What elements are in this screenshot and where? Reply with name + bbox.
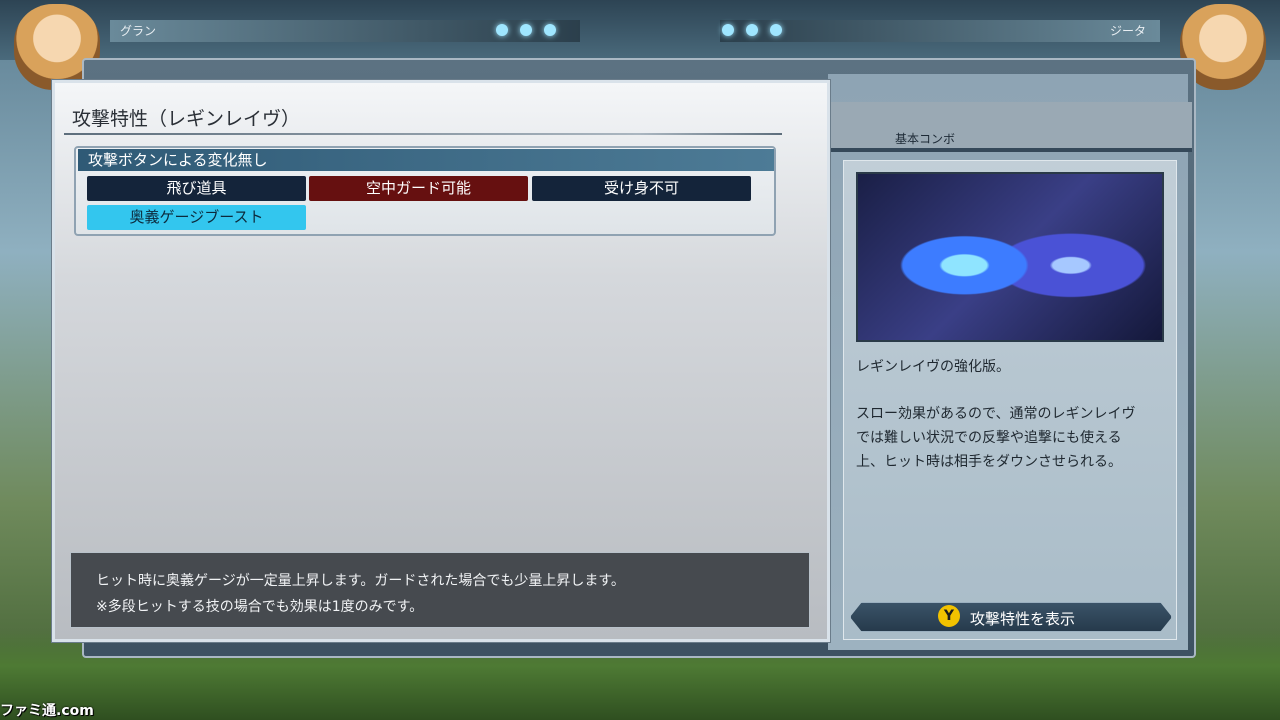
tag-projectile[interactable]: 飛び道具 <box>87 176 306 201</box>
round-gem-icon <box>722 24 734 36</box>
combo-tab-label[interactable]: 基本コンボ <box>895 130 955 147</box>
move-preview-image <box>856 172 1164 342</box>
combo-tab-header <box>828 102 1192 152</box>
player-left-health-bar <box>110 20 580 42</box>
round-gem-icon <box>496 24 508 36</box>
round-gem-icon <box>520 24 532 36</box>
round-gem-icon <box>770 24 782 36</box>
player-right-health-bar <box>720 20 1160 42</box>
combo-text-line: では難しい状況での反撃や追撃にも使える <box>856 430 1122 446</box>
tag-gauge-boost[interactable]: 奥義ゲージブースト <box>87 205 306 230</box>
title-divider <box>64 133 782 135</box>
attribute-group-header: 攻撃ボタンによる変化無し <box>78 149 774 171</box>
round-gem-icon <box>544 24 556 36</box>
player-left-name: グラン <box>120 24 157 38</box>
round-gem-icon <box>746 24 758 36</box>
combo-text-line: スロー効果があるので、通常のレギンレイヴ <box>856 406 1136 422</box>
description-line: ※多段ヒットする技の場合でも効果は1度のみです。 <box>96 599 424 615</box>
player-right-name: ジータ <box>1110 24 1147 38</box>
y-button-icon: Y <box>938 605 960 627</box>
description-line: ヒット時に奥義ゲージが一定量上昇します。ガードされた場合でも少量上昇します。 <box>96 573 625 589</box>
tag-no-ukemi[interactable]: 受け身不可 <box>532 176 751 201</box>
panel-title: 攻撃特性（レギンレイヴ） <box>72 108 301 130</box>
attribute-description-box <box>70 552 810 628</box>
show-attributes-label[interactable]: 攻撃特性を表示 <box>970 608 1075 629</box>
site-watermark: ファミ通.com <box>0 703 94 719</box>
combo-text-line: レギンレイヴの強化版。 <box>856 359 1010 375</box>
tag-air-guardable[interactable]: 空中ガード可能 <box>309 176 528 201</box>
combo-text-line: 上、ヒット時は相手をダウンさせられる。 <box>856 454 1122 470</box>
